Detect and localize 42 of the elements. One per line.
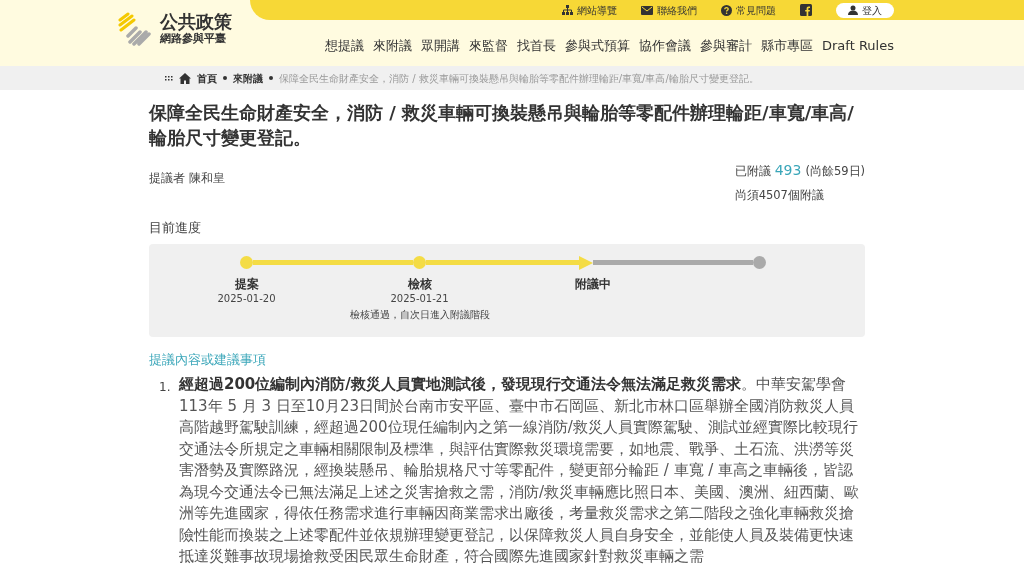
step-label: 提案 xyxy=(233,275,260,292)
nav-link-item[interactable]: 縣市專區 xyxy=(761,36,813,56)
login-button[interactable]: 登入 xyxy=(836,2,894,18)
top-link[interactable]: 網站導覽 xyxy=(562,2,617,18)
signature-count: 493 xyxy=(774,161,802,180)
nav-link-item[interactable]: 參與審計 xyxy=(700,36,752,56)
step-date: 2025-01-21 xyxy=(389,291,450,306)
page-title: 保障全民生命財產安全，消防 / 救災車輛可換裝懸吊與輪胎等零配件辦理輪距/車寬/車高/輪胎尺寸變更登記。 xyxy=(149,101,855,150)
sitemap-icon xyxy=(562,5,573,15)
nav-link-item[interactable]: 協作會議 xyxy=(639,36,691,56)
list-number: 1. xyxy=(159,379,172,397)
step-date: 2025-01-20 xyxy=(216,291,277,306)
needed-text: 尚須4507個附議 xyxy=(734,187,825,204)
proposer-text: 提議者 陳和皇 xyxy=(149,170,225,187)
breadcrumb-link[interactable]: 首頁 xyxy=(197,70,217,86)
help-icon xyxy=(721,4,732,16)
nav-link-item[interactable]: 找首長 xyxy=(517,36,556,56)
nav-link-item[interactable]: 眾開講 xyxy=(421,36,460,56)
home-icon xyxy=(179,72,191,84)
user-icon xyxy=(848,5,858,15)
step-note: 檢核通過，自次日進入附議階段 xyxy=(348,308,491,321)
nav-link-item[interactable]: 來監督 xyxy=(469,36,508,56)
site-name: 公共政策 xyxy=(160,12,232,32)
nav-link-item[interactable]: 參與式預算 xyxy=(565,36,630,56)
signed-label: 已附議 xyxy=(734,163,771,180)
section-heading: 目前進度 xyxy=(149,219,202,238)
mail-icon xyxy=(641,5,653,15)
facebook-icon[interactable] xyxy=(800,4,812,16)
nav-link-item[interactable]: Draft Rules xyxy=(822,36,894,56)
nav-link-item[interactable]: 來附議 xyxy=(373,36,412,56)
days-remaining: (尚餘59日) xyxy=(805,163,865,180)
nav-link-item[interactable]: 想提議 xyxy=(325,36,364,56)
paragraph: 經超過200位編制內消防/救災人員實地測試後，發現現行交通法令無法滿足救災需求。中華安駕學會113年 5 月 3 日至10月23日間於台南市安平區、臺中市石岡區、新北市林口區舉辦全國消防救災人員高階越野駕駛訓練，經超過200位現任編制內之第一線消防/救災人員實際駕駛、測試並經實際比較現行交通法令所規定之車輛相關限制及標準，與評估實際救災環境需要，如地震、戰爭、土石流、洪澇等災害潛勢及實際路況，經換裝懸吊、輪胎規格尺寸等零配件，變更部分輪距 / 車寬 / 車高之車輛後，皆認為現今交通法令已無法滿足上述之災害搶救之需，消防/救災車輛應比照日本、美國、澳洲、紐西蘭、歐洲等先進國家，得依任務需求進行車輛因商業需求出廠後，考量救災需求之第二階段之強化車輛救災搶險性能而換裝之上述零配件並依規辦理變更登記，以保障救災人員自身安全，並能使人員及裝備更快速抵達災難事故現場搶救受困民眾生命財產，符合國際先進國家針對救災車輛之需 xyxy=(179,374,861,568)
step-label: 附議中 xyxy=(573,275,612,292)
top-link[interactable]: 常見問題 xyxy=(721,2,776,18)
site-subtitle: 網路參與平臺 xyxy=(160,32,227,46)
top-link[interactable]: 聯絡我們 xyxy=(641,2,697,18)
step-label: 檢核 xyxy=(406,275,433,292)
breadcrumb-link[interactable]: 來附議 xyxy=(233,70,263,86)
section-heading: 提議內容或建議事項 xyxy=(149,350,267,369)
breadcrumb-current: 保障全民生命財產安全，消防 / 救災車輛可換裝懸吊與輪胎等零配件辦理輪距/車寬/車高/輪胎尺寸變更登記。 xyxy=(279,71,759,86)
grip-icon xyxy=(165,75,173,81)
